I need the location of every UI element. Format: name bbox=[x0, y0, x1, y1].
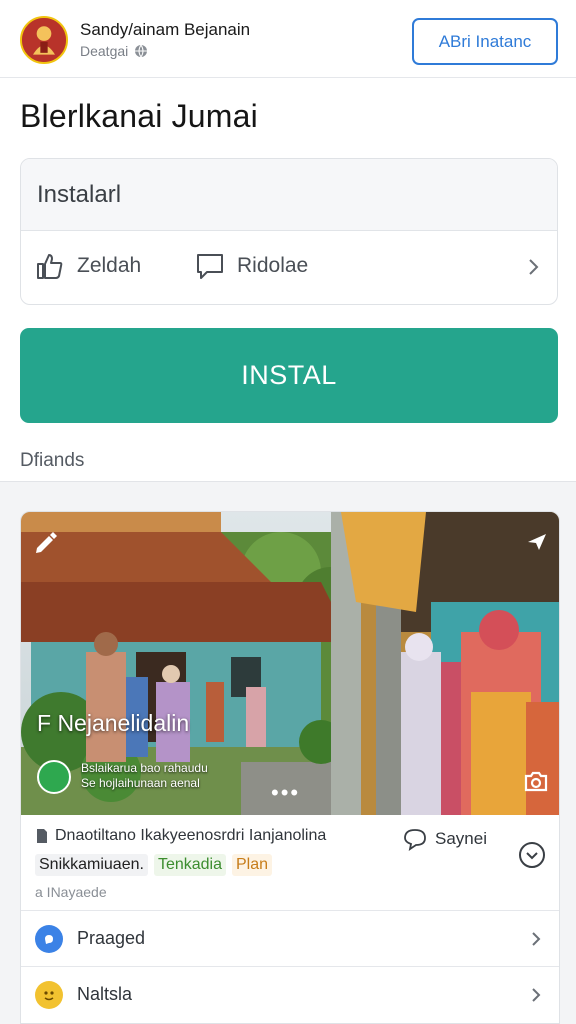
emoji-icon bbox=[35, 980, 63, 1009]
page-header: Sandy/ainam Bejanain Deatgai ABri Inatan… bbox=[0, 0, 576, 78]
tag[interactable]: Tenkadia bbox=[153, 854, 226, 876]
chevron-right-icon[interactable] bbox=[523, 255, 543, 279]
reply-button[interactable]: Saynei bbox=[403, 827, 487, 851]
page-title: Blerlkanai Jumai bbox=[20, 98, 258, 134]
tag[interactable]: Plan bbox=[232, 854, 273, 876]
post-meta: Dnaotiltano Ikakyeenosrdri Ianjanolina bbox=[35, 827, 326, 845]
edit-icon[interactable] bbox=[31, 526, 61, 556]
install-options: Instalarl Zeldah Ridolae bbox=[20, 158, 558, 305]
list-item[interactable]: Praaged bbox=[21, 910, 559, 966]
photo-overlay-caption-line2: Se hojlaihunaan aenal bbox=[81, 776, 200, 790]
page-name[interactable]: Sandy/ainam Bejanain bbox=[80, 20, 250, 40]
post-photo[interactable]: F Nejanelidalin Bslaikarua bao rahaudu S… bbox=[21, 512, 559, 815]
app-card: Sandy/ainam Bejanain Deatgai ABri Inatan… bbox=[0, 0, 576, 482]
install-button[interactable]: INSTAL bbox=[20, 328, 558, 423]
page-subtitle: Deatgai bbox=[80, 43, 148, 59]
post-meta-text: Dnaotiltano Ikakyeenosrdri Ianjanolina bbox=[55, 827, 327, 844]
like-option-label: Zeldah bbox=[77, 254, 142, 277]
chevron-down-circle-icon[interactable] bbox=[518, 841, 546, 869]
comment-icon bbox=[197, 254, 223, 279]
camera-icon[interactable] bbox=[523, 768, 549, 794]
share-icon[interactable] bbox=[525, 530, 549, 554]
list-item-label: Naltsla bbox=[77, 984, 133, 1004]
thumbs-up-icon bbox=[37, 254, 63, 279]
document-icon bbox=[37, 829, 47, 843]
photo-overlay-caption: Bslaikarua bao rahaudu Se hojlaihunaan a… bbox=[81, 761, 208, 791]
header-action-button[interactable]: ABri Inatanc bbox=[412, 18, 558, 65]
like-option[interactable]: Zeldah bbox=[35, 251, 141, 281]
info-icon bbox=[35, 924, 63, 953]
chevron-right-icon[interactable] bbox=[527, 929, 545, 949]
photo-overlay-caption-line1: Bslaikarua bao rahaudu bbox=[81, 761, 208, 775]
page-subtitle-text: Deatgai bbox=[80, 43, 129, 59]
info-icon bbox=[37, 760, 71, 794]
post-card: F Nejanelidalin Bslaikarua bao rahaudu S… bbox=[20, 511, 560, 1024]
tag[interactable]: Snikkamiuaen. bbox=[35, 854, 148, 876]
reply-label: Saynei bbox=[435, 829, 487, 848]
comment-option[interactable]: Ridolae bbox=[195, 251, 308, 281]
install-options-row[interactable]: Zeldah Ridolae bbox=[21, 231, 557, 304]
post-date: a INayaede bbox=[35, 884, 107, 900]
globe-icon bbox=[135, 44, 148, 58]
comment-icon bbox=[404, 829, 426, 851]
avatar[interactable] bbox=[20, 16, 68, 64]
chevron-right-icon[interactable] bbox=[527, 985, 545, 1005]
install-options-heading: Instalarl bbox=[21, 159, 557, 231]
more-options-icon[interactable]: ••• bbox=[271, 780, 300, 806]
list-item-label: Praaged bbox=[77, 928, 146, 948]
comment-option-label: Ridolae bbox=[237, 254, 309, 277]
photo-overlay-title: F Nejanelidalin bbox=[37, 710, 190, 736]
post-meta-row: Dnaotiltano Ikakyeenosrdri Ianjanolina S… bbox=[21, 827, 559, 853]
list-item[interactable]: Naltsla bbox=[21, 966, 559, 1022]
friends-label: Dfiands bbox=[20, 450, 85, 471]
post-tags: Snikkamiuaen. Tenkadia Plan bbox=[35, 854, 273, 876]
